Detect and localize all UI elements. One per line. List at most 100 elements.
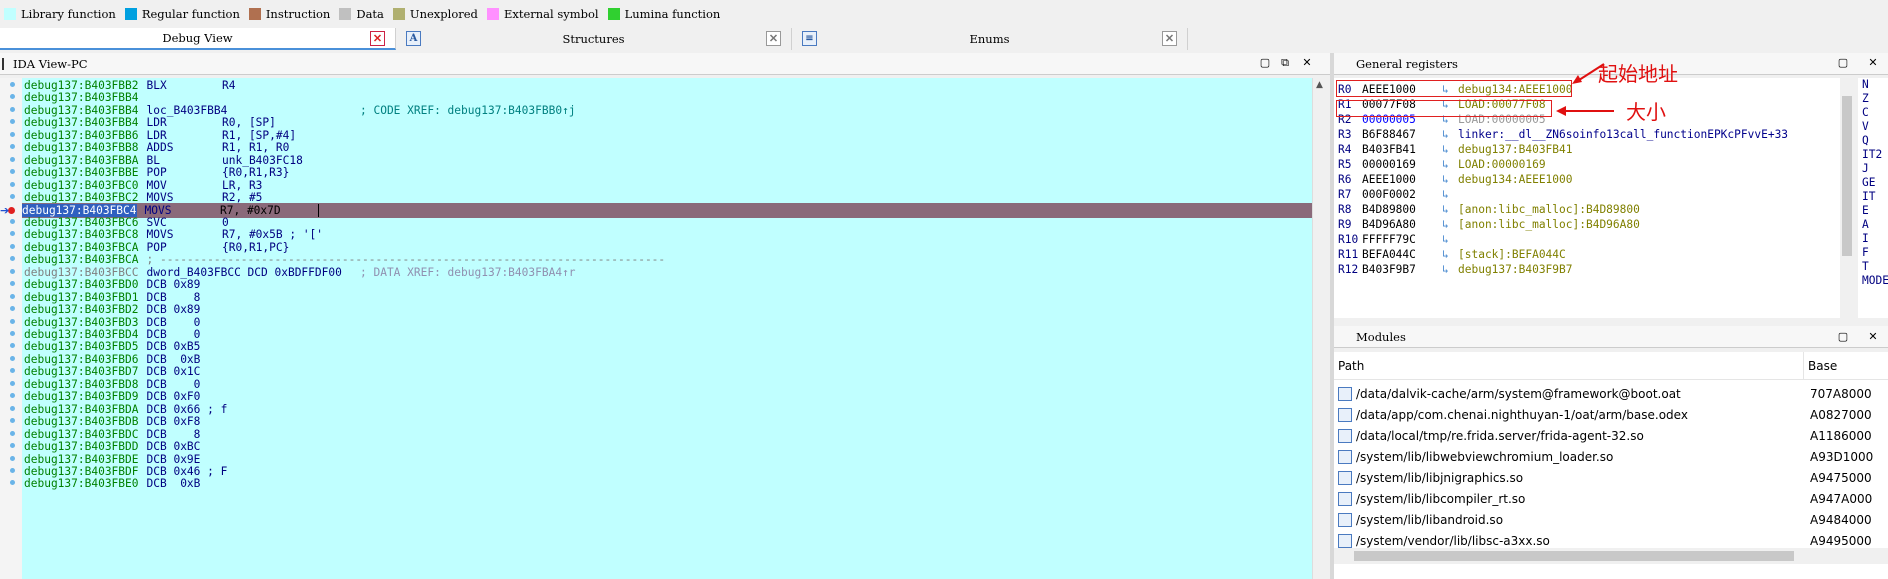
line-marker-icon[interactable] [10,318,15,324]
close-icon[interactable]: ✕ [1300,56,1314,70]
register-row[interactable]: R9 B4D96A80 ↳ [anon:libc_malloc]:B4D96A80 [1338,217,1640,232]
close-icon[interactable]: ✕ [766,31,781,46]
line-marker-icon[interactable] [10,256,15,262]
tab-enums[interactable]: ≡ Enums ✕ [792,28,1188,50]
register-symbol[interactable]: debug134:AEEE1000 [1458,173,1573,186]
flag-label[interactable]: T [1858,260,1888,274]
line-marker-icon[interactable] [10,144,15,150]
register-symbol[interactable]: [anon:libc_malloc]:B4D89800 [1458,203,1640,216]
restore-icon[interactable]: ▢ [1836,56,1850,70]
ida-disassembly[interactable]: debug137:B403FBB2 BLX R4 debug137:B403FBB4 d… [22,78,1312,579]
flag-label[interactable]: V [1858,120,1888,134]
line-marker-icon[interactable] [10,243,15,249]
line-marker-icon[interactable] [10,156,15,162]
flag-label[interactable]: GE [1858,176,1888,190]
minimize-icon[interactable]: ▢ [1258,56,1272,70]
line-marker-icon[interactable] [10,480,15,486]
line-marker-icon[interactable] [10,430,15,436]
register-value[interactable]: FFFFF79C [1362,232,1442,247]
register-value[interactable]: BEFA044C [1362,247,1442,262]
line-marker-icon[interactable] [10,181,15,187]
jump-arrow-icon[interactable]: ↳ [1442,142,1458,157]
column-header-path[interactable]: Path [1334,352,1804,380]
jump-arrow-icon[interactable]: ↳ [1442,262,1458,277]
register-value[interactable]: B4D96A80 [1362,217,1442,232]
flag-label[interactable]: I [1858,232,1888,246]
flag-label[interactable]: IT2 [1858,148,1888,162]
register-value[interactable]: 000F0002 [1362,187,1442,202]
scroll-thumb[interactable] [1354,551,1794,561]
register-row[interactable]: R12 B403F9B7 ↳ debug137:B403F9B7 [1338,262,1573,277]
register-value[interactable]: B403FB41 [1362,142,1442,157]
line-marker-icon[interactable] [10,467,15,473]
module-row[interactable]: /data/local/tmp/re.frida.server/frida-ag… [1334,426,1888,447]
flag-label[interactable]: J [1858,162,1888,176]
restore-icon[interactable]: ⧉ [1278,56,1292,70]
modules-hscrollbar[interactable] [1334,548,1888,564]
register-symbol[interactable]: linker:__dl__ZN6soinfo13call_functionEPK… [1458,128,1788,141]
jump-arrow-icon[interactable]: ↳ [1442,202,1458,217]
register-row[interactable]: R10 FFFFF79C ↳ [1338,232,1458,247]
scroll-thumb[interactable] [1842,96,1852,256]
line-marker-icon[interactable] [10,306,15,312]
flag-label[interactable]: C [1858,106,1888,120]
line-marker-icon[interactable] [10,281,15,287]
register-value[interactable]: B4D89800 [1362,202,1442,217]
register-row[interactable]: R7 000F0002 ↳ [1338,187,1458,202]
register-row[interactable]: R11 BEFA044C ↳ [stack]:BEFA044C [1338,247,1566,262]
jump-arrow-icon[interactable]: ↳ [1442,217,1458,232]
flag-label[interactable]: E [1858,204,1888,218]
disasm-line[interactable]: debug137:B403FBE0 DCB 0xB [24,476,200,491]
line-marker-icon[interactable] [10,331,15,336]
column-header-base[interactable]: Base [1804,352,1837,380]
jump-arrow-icon[interactable]: ↳ [1442,127,1458,142]
line-marker-icon[interactable] [10,443,15,449]
module-row[interactable]: /system/lib/libjnigraphics.so A9475000 [1334,468,1888,489]
close-icon[interactable]: ✕ [370,31,385,46]
line-marker-icon[interactable] [10,218,15,224]
line-marker-icon[interactable] [10,106,15,112]
register-row[interactable]: R6 AEEE1000 ↳ debug134:AEEE1000 [1338,172,1573,187]
line-marker-icon[interactable] [10,355,15,361]
flag-label[interactable]: IT [1858,190,1888,204]
line-marker-icon[interactable] [10,131,15,137]
tab-debug-view[interactable]: Debug View ✕ [0,28,396,50]
register-row[interactable]: R3 B6F88467 ↳ linker:__dl__ZN6soinfo13call_… [1338,127,1788,142]
line-marker-icon[interactable] [10,293,15,299]
flag-label[interactable]: Q [1858,134,1888,148]
line-marker-icon[interactable] [10,405,15,411]
line-marker-icon[interactable] [10,455,15,461]
module-row[interactable]: /system/lib/libcompiler_rt.so A947A000 [1334,489,1888,510]
line-marker-icon[interactable] [10,82,15,87]
close-icon[interactable]: ✕ [1866,56,1880,70]
line-marker-icon[interactable] [10,380,15,386]
line-marker-icon[interactable] [10,119,15,125]
register-value[interactable]: AEEE1000 [1362,172,1442,187]
module-row[interactable]: /system/lib/libwebviewchromium_loader.so… [1334,447,1888,468]
line-marker-icon[interactable] [10,343,15,349]
line-marker-icon[interactable] [10,169,15,175]
line-marker-icon[interactable] [10,194,15,200]
ida-vscrollbar[interactable]: ▲ [1312,78,1328,579]
registers-vscrollbar[interactable] [1840,78,1854,318]
line-marker-icon[interactable] [10,94,15,100]
flag-label[interactable]: F [1858,246,1888,260]
tab-structures[interactable]: A Structures ✕ [396,28,792,50]
line-marker-icon[interactable] [10,368,15,374]
register-value[interactable]: B6F88467 [1362,127,1442,142]
module-row[interactable]: /system/lib/libandroid.so A9484000 [1334,510,1888,531]
jump-arrow-icon[interactable]: ↳ [1442,247,1458,262]
register-value[interactable]: B403F9B7 [1362,262,1442,277]
disasm-line[interactable]: debug137:B403FBC4 MOVS R7, #0x7D [22,202,1312,218]
line-marker-icon[interactable] [10,268,15,274]
register-symbol[interactable]: [stack]:BEFA044C [1458,248,1566,261]
flag-label[interactable]: A [1858,218,1888,232]
flag-label[interactable]: MODE [1858,274,1888,288]
line-marker-icon[interactable] [10,418,15,424]
register-row[interactable]: R4 B403FB41 ↳ debug137:B403FB41 [1338,142,1573,157]
close-icon[interactable]: ✕ [1866,330,1880,344]
close-icon[interactable]: ✕ [1162,31,1177,46]
module-row[interactable]: /data/app/com.chenai.nighthuyan-1/oat/ar… [1334,405,1888,426]
register-row[interactable]: R8 B4D89800 ↳ [anon:libc_malloc]:B4D89800 [1338,202,1640,217]
restore-icon[interactable]: ▢ [1836,330,1850,344]
